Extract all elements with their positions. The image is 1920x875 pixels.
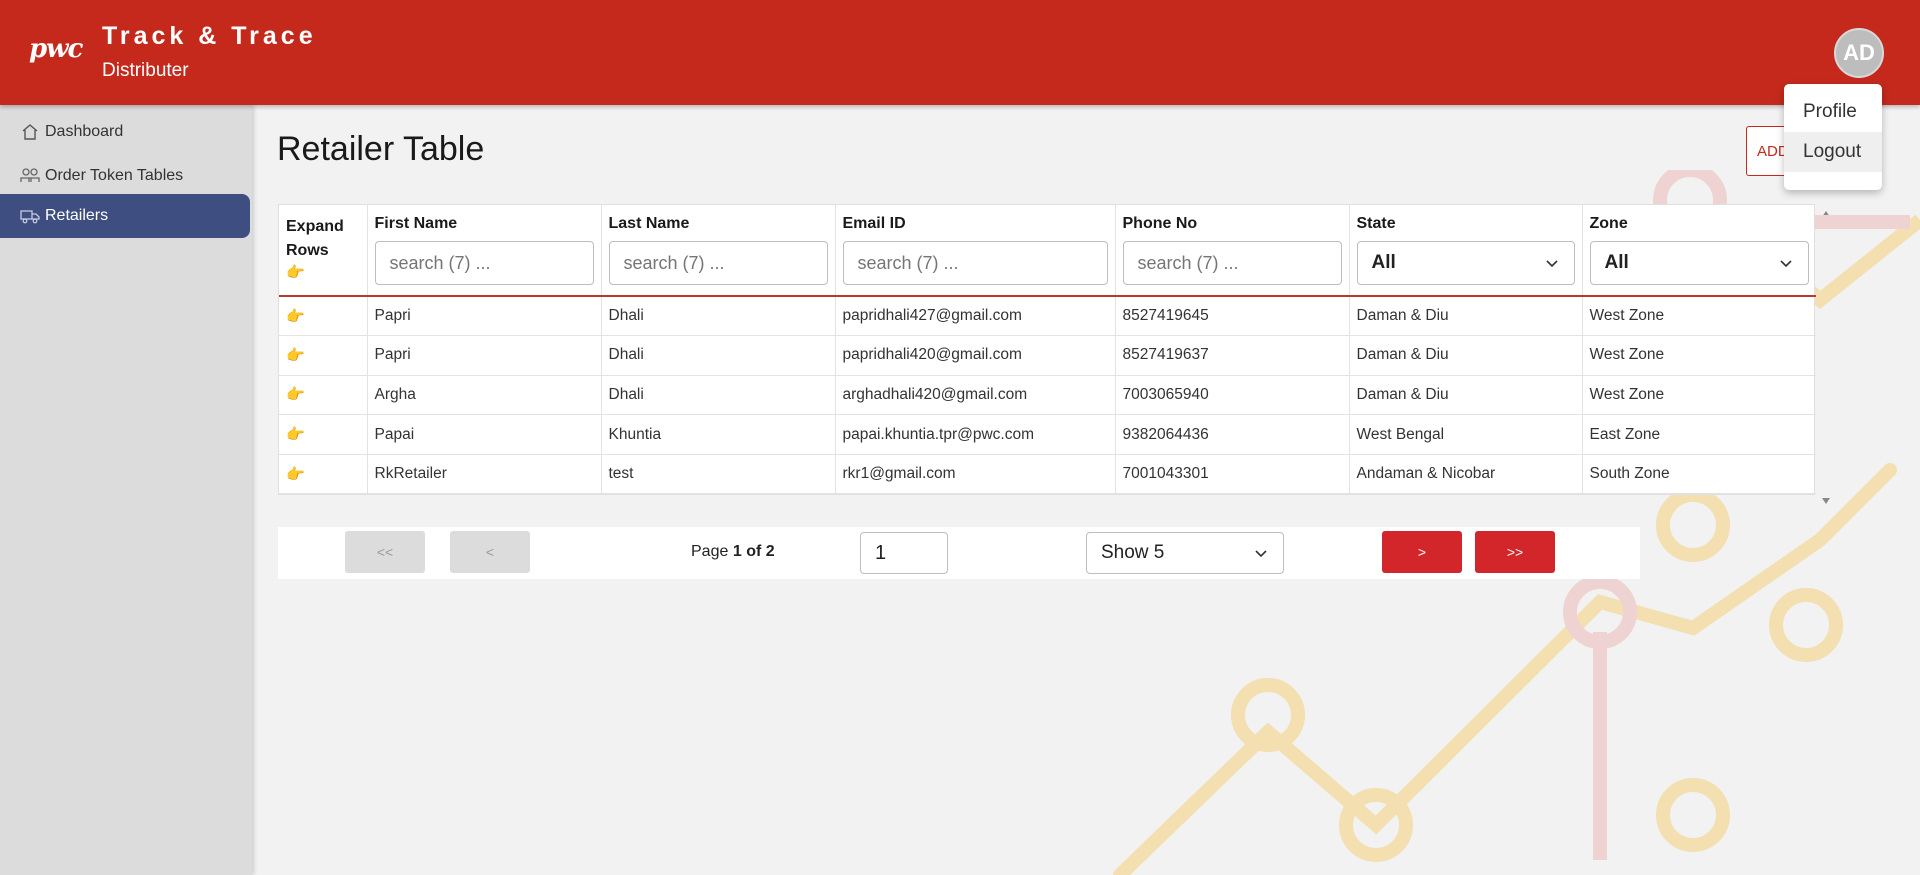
chevron-down-icon	[1545, 260, 1558, 268]
pointing-hand-icon: 👉	[286, 264, 305, 281]
table-row[interactable]: 👉 Papai Khuntia papai.khuntia.tpr@pwc.co…	[279, 414, 1816, 455]
cell-phone: 7003065940	[1115, 375, 1350, 416]
cell-state: Daman & Diu	[1349, 296, 1583, 337]
users-icon	[20, 166, 40, 186]
zone-filter-select[interactable]: All	[1589, 241, 1809, 285]
cell-phone: 8527419637	[1115, 335, 1350, 376]
expand-row-icon[interactable]: 👉	[286, 308, 305, 325]
cell-email: papridhali427@gmail.com	[835, 296, 1116, 337]
cell-zone: West Zone	[1582, 335, 1816, 376]
table-row[interactable]: 👉 Papri Dhali papridhali427@gmail.com 85…	[279, 296, 1816, 337]
column-header-first-name: First Name	[367, 205, 602, 297]
table-row[interactable]: 👉 Papri Dhali papridhali420@gmail.com 85…	[279, 335, 1816, 376]
previous-page-button[interactable]: <	[450, 531, 530, 573]
email-filter-input[interactable]	[842, 241, 1108, 285]
app-title: Track & Trace	[102, 22, 317, 50]
pagination-bar: << < Page 1 of 2 1 Show 5 > >>	[278, 527, 1640, 579]
sidebar-item-order-token-tables[interactable]: Order Token Tables	[0, 154, 250, 198]
next-page-button[interactable]: >	[1382, 531, 1462, 573]
column-header-zone: Zone All	[1582, 205, 1816, 297]
table-row[interactable]: 👉 RkRetailer test rkr1@gmail.com 7001043…	[279, 454, 1816, 495]
user-avatar[interactable]: AD	[1834, 28, 1884, 78]
cell-first-name: Papai	[367, 414, 602, 455]
cell-phone: 9382064436	[1115, 414, 1350, 455]
top-bar: pwc Track & Trace Distributer AD	[0, 0, 1920, 105]
page-size-select[interactable]: Show 5	[1086, 532, 1284, 574]
expand-row-icon[interactable]: 👉	[286, 347, 305, 364]
first-name-filter-input[interactable]	[374, 241, 594, 285]
cell-first-name: Papri	[367, 296, 602, 337]
cell-state: Andaman & Nicobar	[1349, 454, 1583, 495]
chevron-down-icon	[1780, 260, 1792, 268]
column-header-last-name: Last Name	[601, 205, 836, 297]
cell-last-name: test	[601, 454, 836, 495]
sidebar: Dashboard Order Token Tables Retailers	[0, 105, 252, 875]
expand-row-icon[interactable]: 👉	[286, 386, 305, 403]
retailer-table: Expand Rows 👉 First Name Last Name Email…	[278, 204, 1816, 495]
cell-last-name: Dhali	[601, 296, 836, 337]
phone-filter-input[interactable]	[1122, 241, 1342, 285]
column-header-phone: Phone No	[1115, 205, 1350, 297]
cell-state: West Bengal	[1349, 414, 1583, 455]
sidebar-item-dashboard[interactable]: Dashboard	[0, 110, 250, 154]
truck-icon	[20, 206, 40, 226]
cell-email: papridhali420@gmail.com	[835, 335, 1116, 376]
sidebar-item-label: Dashboard	[45, 123, 124, 140]
cell-email: arghadhali420@gmail.com	[835, 375, 1116, 416]
last-page-button[interactable]: >>	[1475, 531, 1555, 573]
cell-last-name: Khuntia	[601, 414, 836, 455]
page-indicator: Page 1 of 2	[691, 543, 775, 560]
column-header-expand[interactable]: Expand Rows 👉	[279, 205, 368, 297]
cell-last-name: Dhali	[601, 335, 836, 376]
page-number-input[interactable]: 1	[860, 532, 948, 574]
cell-email: rkr1@gmail.com	[835, 454, 1116, 495]
column-header-email: Email ID	[835, 205, 1116, 297]
menu-item-logout[interactable]: Logout	[1784, 132, 1882, 172]
sidebar-item-label: Order Token Tables	[45, 167, 184, 184]
expand-row-icon[interactable]: 👉	[286, 466, 305, 483]
cell-phone: 7001043301	[1115, 454, 1350, 495]
last-name-filter-input[interactable]	[608, 241, 828, 285]
expand-row-icon[interactable]: 👉	[286, 426, 305, 443]
cell-zone: East Zone	[1582, 414, 1816, 455]
column-header-state: State All	[1349, 205, 1583, 297]
cell-first-name: Argha	[367, 375, 602, 416]
cell-state: Daman & Diu	[1349, 375, 1583, 416]
cell-state: Daman & Diu	[1349, 335, 1583, 376]
cell-last-name: Dhali	[601, 375, 836, 416]
cell-zone: West Zone	[1582, 375, 1816, 416]
cell-first-name: Papri	[367, 335, 602, 376]
table-row[interactable]: 👉 Argha Dhali arghadhali420@gmail.com 70…	[279, 375, 1816, 416]
table-header-row: Expand Rows 👉 First Name Last Name Email…	[279, 205, 1816, 297]
home-icon	[20, 122, 40, 142]
app-subtitle: Distributer	[102, 60, 189, 81]
first-page-button[interactable]: <<	[345, 531, 425, 573]
page-title: Retailer Table	[277, 130, 485, 168]
chevron-down-icon	[1255, 550, 1267, 558]
pwc-logo: pwc	[29, 34, 83, 64]
sidebar-item-retailers[interactable]: Retailers	[0, 194, 250, 238]
cell-email: papai.khuntia.tpr@pwc.com	[835, 414, 1116, 455]
state-filter-select[interactable]: All	[1356, 241, 1575, 285]
cell-first-name: RkRetailer	[367, 454, 602, 495]
cell-zone: West Zone	[1582, 296, 1816, 337]
table-scrollbar[interactable]	[1815, 204, 1835, 508]
cell-phone: 8527419645	[1115, 296, 1350, 337]
sidebar-item-label: Retailers	[45, 207, 109, 224]
menu-item-profile[interactable]: Profile	[1784, 92, 1882, 132]
cell-zone: South Zone	[1582, 454, 1816, 495]
user-menu: Profile Logout	[1784, 84, 1882, 190]
